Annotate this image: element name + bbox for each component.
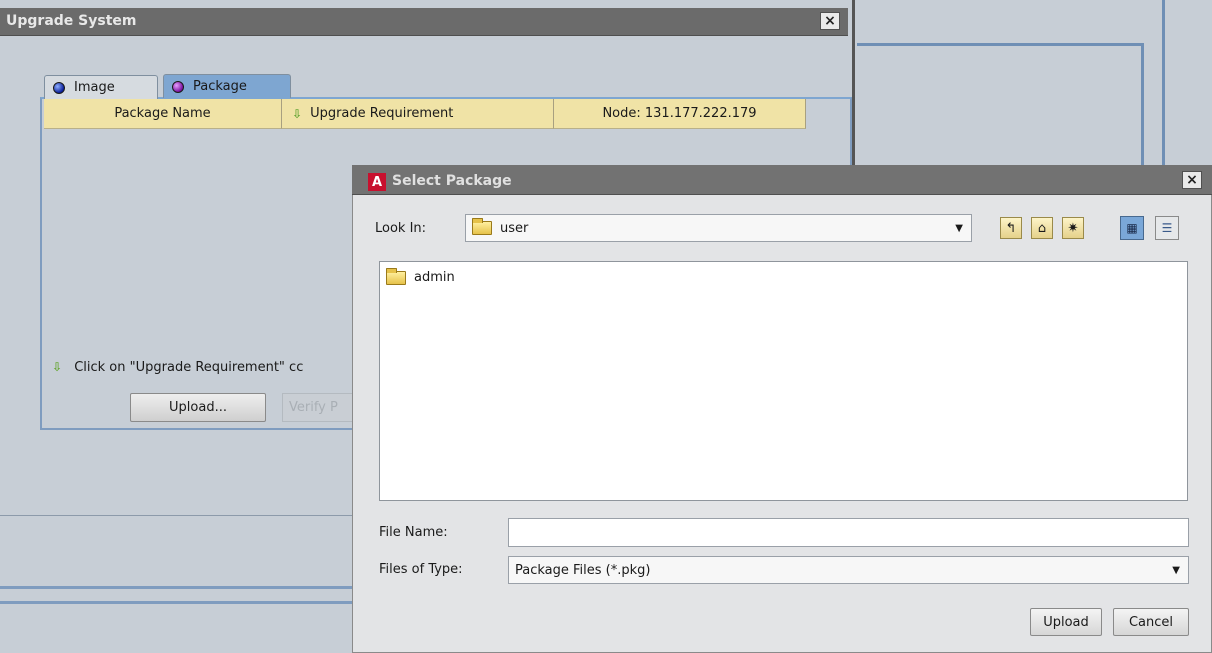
- file-name: admin: [414, 270, 455, 285]
- new-folder-icon[interactable]: ✷: [1062, 217, 1084, 239]
- up-folder-icon[interactable]: ↰: [1000, 217, 1022, 239]
- blue-dot-icon: [53, 81, 65, 94]
- folder-icon: [472, 218, 492, 235]
- tab-image-label: Image: [74, 80, 115, 95]
- upgrade-close-button[interactable]: ×: [820, 12, 840, 30]
- verify-button[interactable]: Verify P: [282, 393, 362, 422]
- dropdown-arrow-icon: ▼: [955, 223, 963, 234]
- tab-image[interactable]: Image: [44, 75, 158, 99]
- file-name-label: File Name:: [379, 525, 448, 540]
- column-header-package-name[interactable]: Package Name: [44, 99, 282, 129]
- upload-button-label: Upload...: [169, 400, 227, 415]
- hint-text: Click on "Upgrade Requirement" cc: [74, 360, 304, 375]
- file-list[interactable]: admin: [379, 261, 1188, 501]
- folder-icon: [386, 267, 406, 285]
- upgrade-window-titlebar: Upgrade System: [0, 8, 848, 36]
- file-name-field[interactable]: [508, 518, 1189, 547]
- column-label: Node: 131.177.222.179: [602, 106, 757, 121]
- dialog-upload-button[interactable]: Upload: [1030, 608, 1102, 636]
- dropdown-arrow-icon: ▼: [1172, 565, 1180, 576]
- upgrade-window-title: Upgrade System: [6, 13, 137, 29]
- column-header-upgrade-requirement[interactable]: ⇩ Upgrade Requirement: [282, 99, 554, 129]
- green-arrow-icon: ⇩: [52, 360, 63, 374]
- panel-border-top: [857, 43, 1144, 46]
- list-item[interactable]: admin: [386, 267, 455, 285]
- column-label: Upgrade Requirement: [310, 106, 454, 121]
- divider: [0, 586, 352, 589]
- purple-dot-icon: [172, 80, 184, 93]
- look-in-dropdown[interactable]: user ▼: [465, 214, 972, 242]
- upload-button[interactable]: Upload...: [130, 393, 266, 422]
- dialog-titlebar: A Select Package: [352, 165, 1212, 195]
- dialog-cancel-button[interactable]: Cancel: [1113, 608, 1189, 636]
- look-in-label: Look In:: [375, 221, 427, 236]
- app-logo-icon: A: [368, 173, 386, 191]
- tab-package-label: Package: [193, 79, 247, 94]
- list-view-icon[interactable]: ▦: [1120, 216, 1144, 240]
- column-label: Package Name: [114, 106, 211, 121]
- hint-text-row: ⇩ Click on "Upgrade Requirement" cc: [52, 360, 362, 375]
- dialog-title: Select Package: [392, 173, 512, 189]
- column-header-node[interactable]: Node: 131.177.222.179: [554, 99, 806, 129]
- files-of-type-value: Package Files (*.pkg): [515, 562, 651, 578]
- divider: [0, 601, 352, 604]
- details-view-icon[interactable]: ☰: [1155, 216, 1179, 240]
- files-of-type-dropdown[interactable]: Package Files (*.pkg) ▼: [508, 556, 1189, 584]
- panel-border-inner: [1141, 43, 1144, 173]
- dialog-close-button[interactable]: ×: [1182, 171, 1202, 189]
- divider: [0, 515, 352, 516]
- home-icon[interactable]: ⌂: [1031, 217, 1053, 239]
- green-arrow-icon: ⇩: [292, 106, 303, 121]
- look-in-value: user: [500, 220, 529, 236]
- files-of-type-label: Files of Type:: [379, 562, 463, 577]
- tab-package[interactable]: Package: [163, 74, 291, 98]
